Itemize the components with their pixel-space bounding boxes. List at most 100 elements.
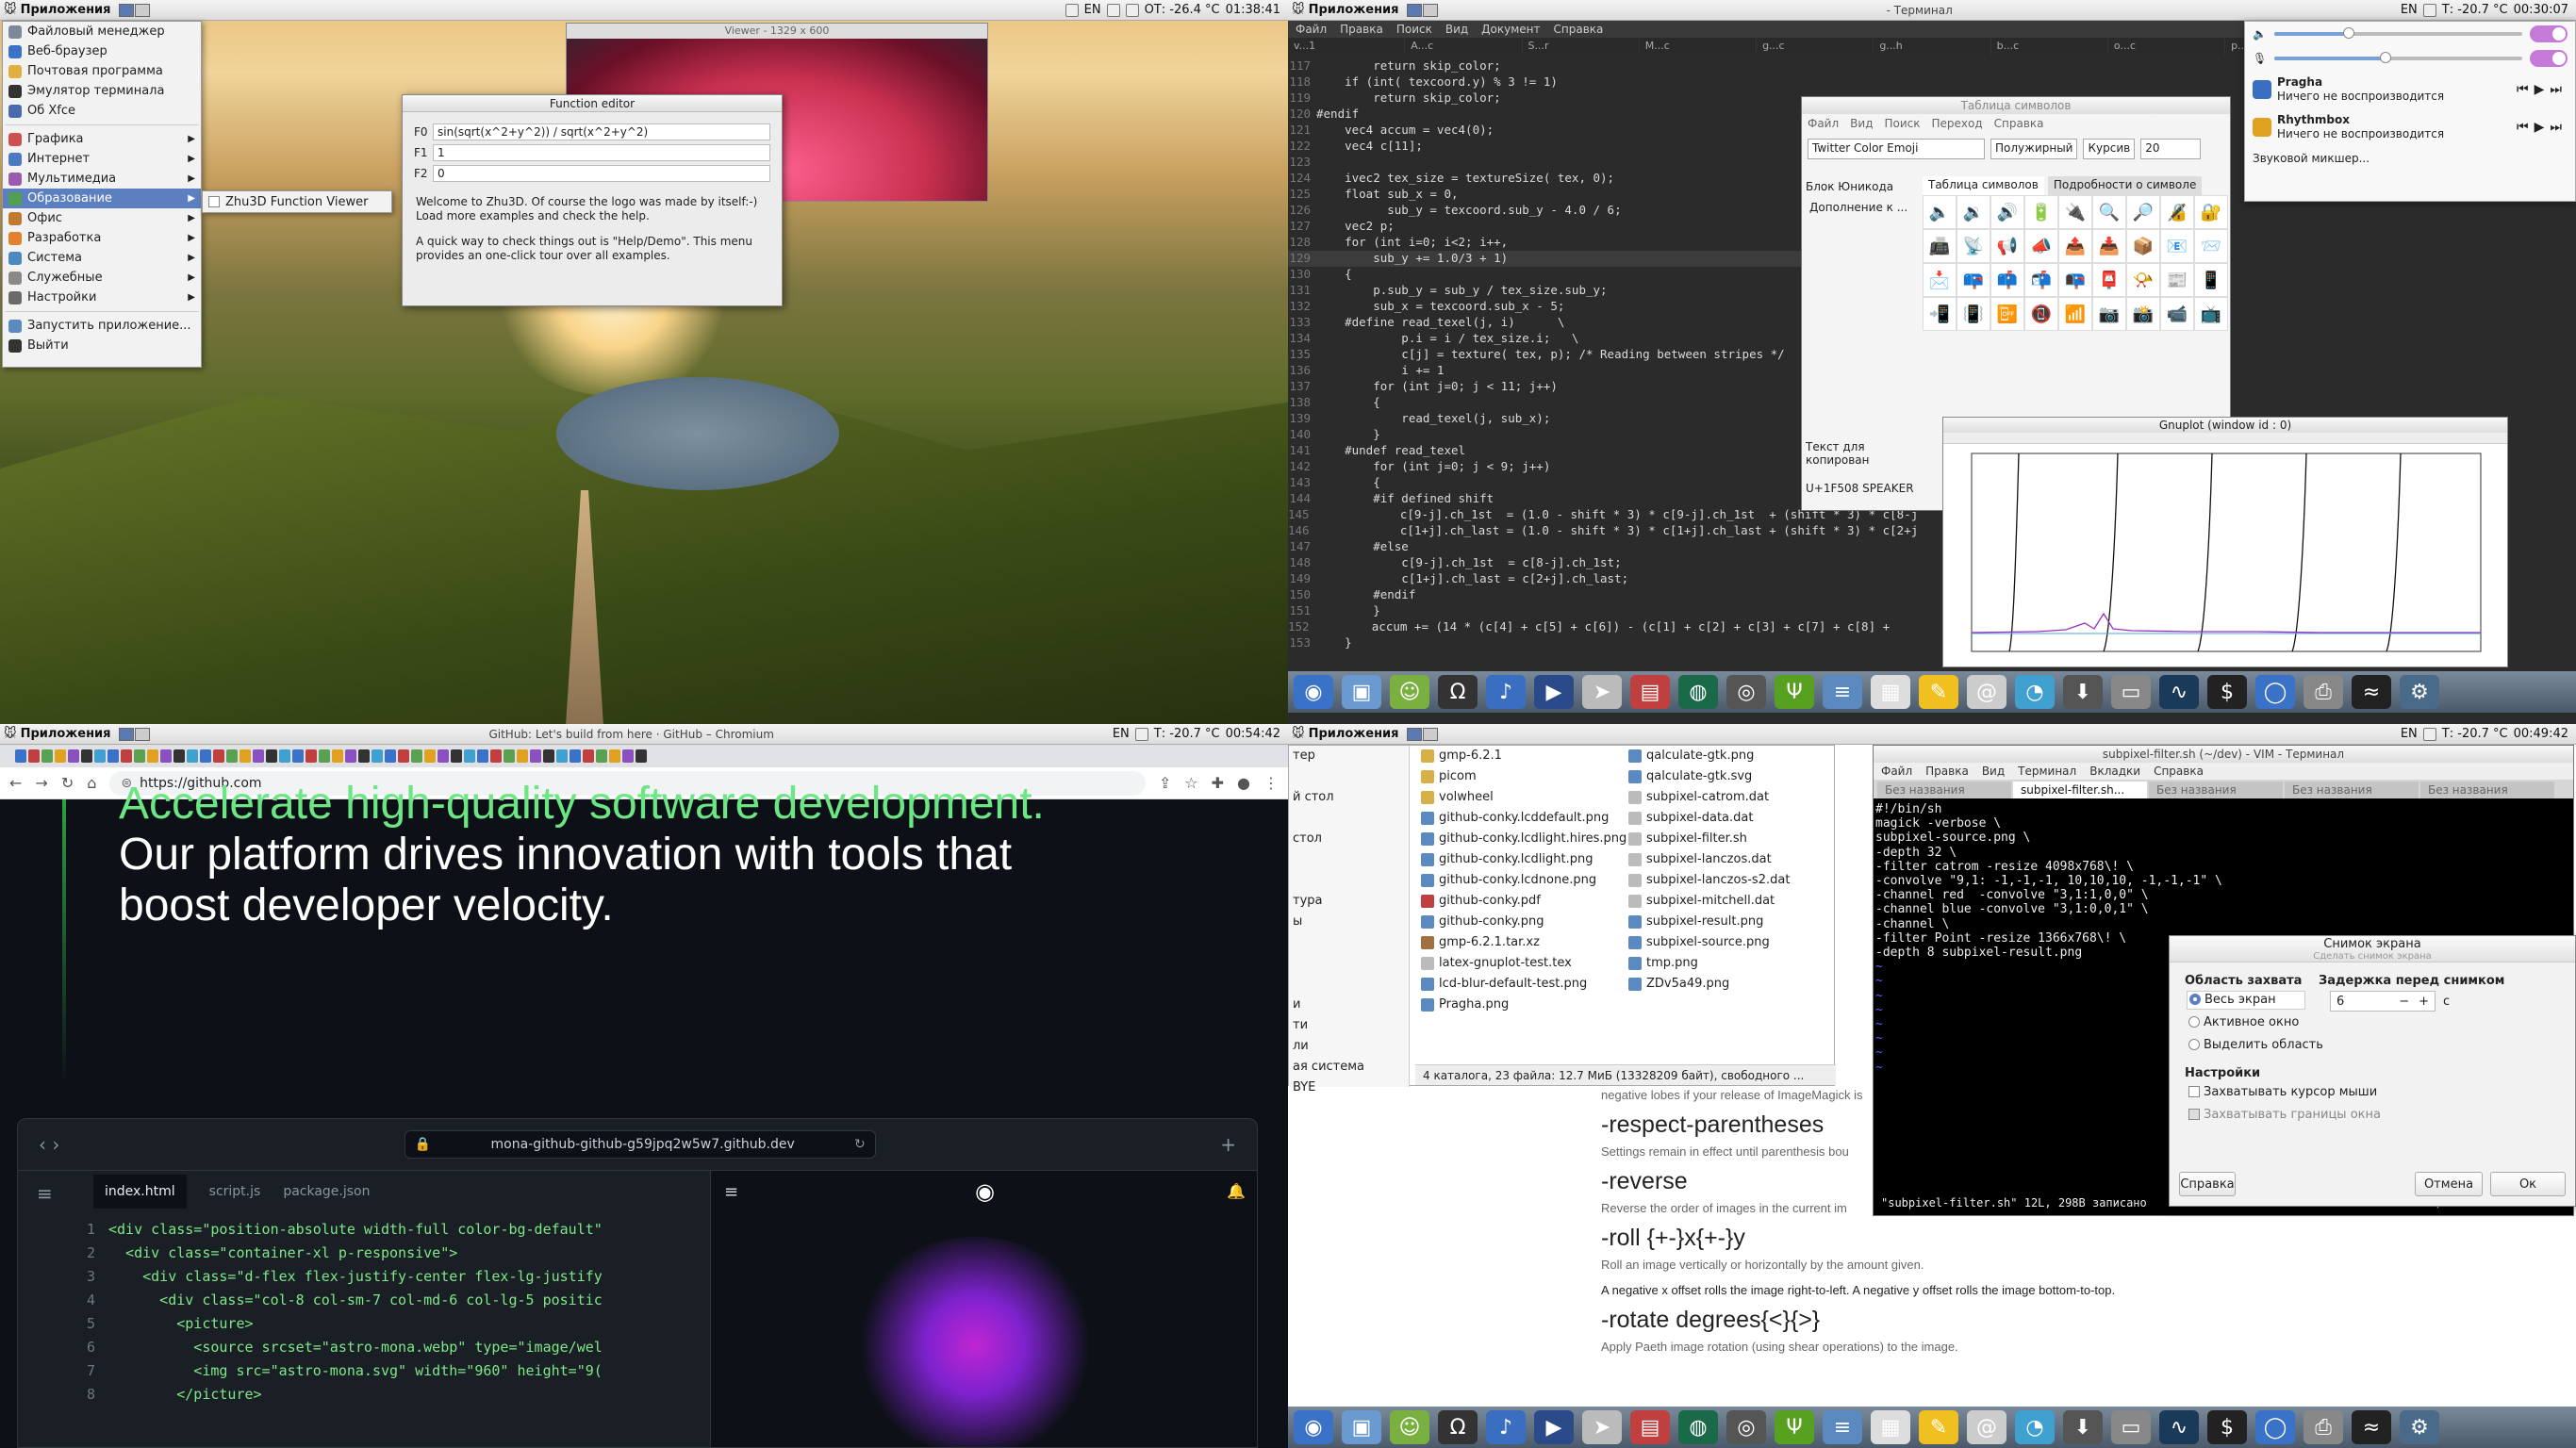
- keyboard-layout[interactable]: EN: [1113, 727, 1130, 741]
- terminal-icon[interactable]: $: [2207, 1410, 2247, 1444]
- chart-icon[interactable]: ◔: [2015, 675, 2055, 709]
- clock[interactable]: 00:30:07: [2514, 3, 2568, 17]
- applications-menu-button[interactable]: 🐭 Приложения: [1288, 3, 1407, 17]
- menu-icon[interactable]: ≡: [724, 1182, 738, 1202]
- cancel-button[interactable]: Отмена: [2415, 1172, 2483, 1196]
- editor-tab[interactable]: A...c: [1405, 38, 1522, 55]
- file-item[interactable]: subpixel-mitchell.dat: [1628, 891, 1836, 912]
- pdf-icon[interactable]: ▤: [1630, 675, 1670, 709]
- font-select[interactable]: Twitter Color Emoji: [1808, 139, 1985, 159]
- file-item[interactable]: lcd-blur-default-test.png: [1421, 974, 1628, 995]
- browser-tab-favicon[interactable]: [451, 749, 462, 763]
- browser-tab-favicon[interactable]: [187, 749, 198, 763]
- place-item[interactable]: тура: [1289, 891, 1409, 912]
- check-capture-cursor[interactable]: Захватывать курсор мыши: [2188, 1085, 2377, 1099]
- charmap-icon[interactable]: Ω: [1438, 1410, 1478, 1444]
- reload-icon[interactable]: ↻: [61, 774, 74, 792]
- charmap-menu-item[interactable]: Вид: [1850, 117, 1873, 130]
- menu-item[interactable]: Выйти: [3, 336, 201, 355]
- charmap-menu-item[interactable]: Поиск: [1884, 117, 1920, 130]
- volume-icon[interactable]: [1125, 3, 1139, 17]
- editor-code[interactable]: 117 return skip_color; 118 if (int( texco…: [1288, 58, 1918, 651]
- character-cell[interactable]: 📺: [2194, 297, 2228, 331]
- editor-tab[interactable]: g...c: [1757, 38, 1874, 55]
- browser-tab-favicon[interactable]: [504, 749, 515, 763]
- editor-tab[interactable]: b...c: [1990, 38, 2107, 55]
- character-cell[interactable]: 📹: [2160, 297, 2194, 331]
- browser-tab-favicon[interactable]: [200, 749, 211, 763]
- home-icon[interactable]: ⌂: [87, 774, 96, 792]
- character-cell[interactable]: 📤: [2058, 229, 2092, 263]
- volume-icon[interactable]: [2422, 3, 2436, 17]
- mail-icon[interactable]: @: [1967, 1410, 2006, 1444]
- character-cell[interactable]: 📴: [1990, 297, 2024, 331]
- file-item[interactable]: subpixel-data.dat: [1628, 808, 1836, 829]
- place-item[interactable]: ти: [1289, 1015, 1409, 1036]
- character-cell[interactable]: 📬: [2024, 263, 2058, 297]
- webcam-icon[interactable]: ◎: [1726, 675, 1766, 709]
- print-icon[interactable]: ⎙: [2304, 675, 2343, 709]
- download-icon[interactable]: ⬇: [2063, 675, 2103, 709]
- browser-tab-favicon[interactable]: [28, 749, 40, 763]
- character-cell[interactable]: 🔌: [2058, 195, 2092, 229]
- file-item[interactable]: subpixel-lanczos-s2.dat: [1628, 870, 1836, 891]
- file-item[interactable]: tmp.png: [1628, 953, 1836, 974]
- pragha-icon[interactable]: ♪: [1486, 1410, 1526, 1444]
- browser-tab-favicon[interactable]: [134, 749, 145, 763]
- browser-tab-favicon[interactable]: [41, 749, 53, 763]
- codespace-file-tab[interactable]: index.html: [93, 1175, 187, 1209]
- browser-tab-favicon[interactable]: [279, 749, 290, 763]
- radio-select-region[interactable]: Выделить область: [2188, 1038, 2323, 1052]
- file-item[interactable]: github-conky.lcdlight.png: [1421, 849, 1628, 870]
- browser-tab-favicon[interactable]: [609, 749, 620, 763]
- file-item[interactable]: gmp-6.2.1.tar.xz: [1421, 932, 1628, 953]
- charmap-menu-item[interactable]: Переход: [1932, 117, 1983, 130]
- character-cell[interactable]: 📪: [1957, 263, 1990, 297]
- browser-tab-favicon[interactable]: [556, 749, 568, 763]
- character-cell[interactable]: 📱: [2194, 263, 2228, 297]
- surf-icon[interactable]: ≈: [2352, 1410, 2391, 1444]
- chart-icon[interactable]: ◔: [2015, 1410, 2055, 1444]
- search-icon[interactable]: ◯: [2255, 1410, 2295, 1444]
- character-cell[interactable]: 📳: [1957, 297, 1990, 331]
- workspace-1[interactable]: [1406, 727, 1422, 741]
- browser-tab-favicon[interactable]: [147, 749, 158, 763]
- editor-tab[interactable]: S...r: [1522, 38, 1639, 55]
- network-icon[interactable]: [1106, 3, 1120, 17]
- menu-item[interactable]: Графика ▶: [3, 129, 201, 149]
- place-item[interactable]: [1289, 870, 1409, 891]
- photo-icon[interactable]: ▣: [1342, 675, 1381, 709]
- character-cell[interactable]: 📲: [1923, 297, 1957, 331]
- player-controls[interactable]: ⏮▶⏭: [2517, 120, 2568, 135]
- file-item[interactable]: latex-gnuplot-test.tex: [1421, 953, 1628, 974]
- file-item[interactable]: qalculate-gtk.png: [1628, 746, 1836, 766]
- radio-full-screen[interactable]: Весь экран: [2187, 991, 2305, 1010]
- volume-icon[interactable]: [2422, 727, 2436, 741]
- browser-tab-favicon[interactable]: [55, 749, 66, 763]
- weather-temp[interactable]: Т: -20.7 °C: [1154, 727, 1220, 741]
- place-item[interactable]: стол: [1289, 829, 1409, 849]
- editor-menu-item[interactable]: Вид: [1445, 23, 1468, 36]
- place-item[interactable]: тер: [1289, 746, 1409, 766]
- back-icon[interactable]: ←: [9, 774, 22, 792]
- editor-menu-item[interactable]: Правка: [1340, 23, 1383, 36]
- calendar-icon[interactable]: ▦: [1871, 1410, 1910, 1444]
- browser-tab-favicon[interactable]: [636, 749, 647, 763]
- browser-tab-favicon[interactable]: [385, 749, 396, 763]
- character-cell[interactable]: 📮: [2092, 263, 2126, 297]
- nvidia-icon[interactable]: Ψ: [1775, 675, 1814, 709]
- workspace-1[interactable]: [1406, 3, 1422, 17]
- browser-tab-favicon[interactable]: [583, 749, 594, 763]
- character-cell[interactable]: 📵: [2024, 297, 2058, 331]
- print-icon[interactable]: ⎙: [2304, 1410, 2343, 1444]
- keyboard-layout[interactable]: EN: [2401, 3, 2418, 17]
- editor-tab[interactable]: v...1: [1288, 38, 1405, 55]
- browser-tab-favicon[interactable]: [68, 749, 79, 763]
- menu-item[interactable]: Офис ▶: [3, 208, 201, 228]
- menu-item[interactable]: Файловый менеджер: [3, 22, 201, 41]
- codespace-file-tab[interactable]: script.js: [209, 1184, 261, 1199]
- browser-tab-favicon[interactable]: [477, 749, 488, 763]
- browser-tab-favicon[interactable]: [596, 749, 607, 763]
- vim-menu-item[interactable]: Файл: [1881, 765, 1912, 778]
- file-item[interactable]: github-conky.png: [1421, 912, 1628, 932]
